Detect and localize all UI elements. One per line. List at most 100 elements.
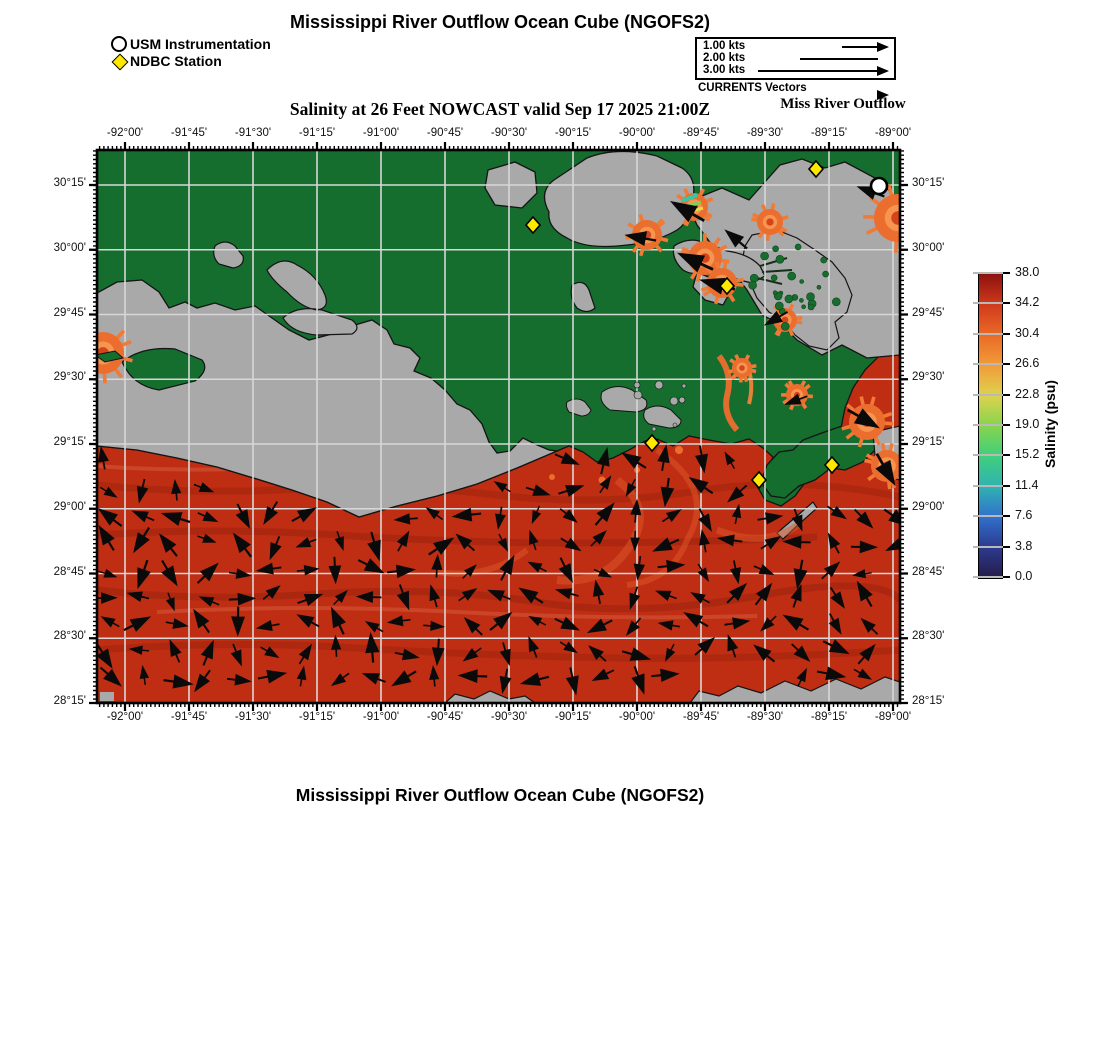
x-axis-tick-label-bottom: -91°45' [171, 711, 207, 723]
shoal-speckle [634, 382, 640, 388]
shoal-speckle [655, 381, 663, 389]
marsh-speckle [823, 271, 829, 277]
colorbar-tick-label: 30.4 [1015, 326, 1039, 340]
colorbar-tick-label: 26.6 [1015, 356, 1039, 370]
marsh-speckle [749, 281, 757, 289]
colorbar-tick-mark [1003, 454, 1010, 456]
colorbar-tick [973, 454, 1007, 456]
marsh-speckle [773, 246, 779, 252]
y-axis-tick-label-left: 29°45' [28, 307, 86, 319]
shoal-speckle [652, 427, 656, 431]
x-axis-tick-label-top: -91°15' [299, 127, 335, 139]
colorbar-tick-mark [1003, 394, 1010, 396]
y-axis-tick-label-left: 30°15' [28, 177, 86, 189]
marsh-speckle [799, 298, 803, 302]
y-axis-tick-label-left: 29°30' [28, 371, 86, 383]
x-axis-tick-label-bottom: -90°15' [555, 711, 591, 723]
colorbar-tick-label: 15.2 [1015, 447, 1039, 461]
x-axis-tick-label-bottom: -91°00' [363, 711, 399, 723]
x-axis-tick-label-top: -89°15' [811, 127, 847, 139]
colorbar-tick [973, 576, 1007, 578]
x-axis-tick-label-bottom: -91°30' [235, 711, 271, 723]
shoal-speckle [679, 397, 685, 403]
marsh-speckle [807, 293, 815, 301]
colorbar [978, 273, 1003, 579]
y-axis-tick-label-right: 30°15' [912, 177, 972, 189]
y-axis-tick-label-left: 29°00' [28, 501, 86, 513]
shoal-speckle [634, 391, 642, 399]
x-axis-tick-label-top: -90°45' [427, 127, 463, 139]
shoal-speckle [670, 397, 678, 405]
colorbar-tick-label: 38.0 [1015, 265, 1039, 279]
colorbar-tick-label: 0.0 [1015, 569, 1032, 583]
colorbar-tick [973, 394, 1007, 396]
colorbar-tick-label: 7.6 [1015, 508, 1032, 522]
colorbar-tick-label: 19.0 [1015, 417, 1039, 431]
marsh-speckle [800, 280, 804, 284]
colorbar-tick [973, 302, 1007, 304]
y-axis-tick-label-left: 28°15' [28, 695, 86, 707]
marsh-speckle [771, 275, 777, 281]
marsh-speckle [802, 305, 806, 309]
x-axis-tick-label-top: -89°45' [683, 127, 719, 139]
marsh-speckle [788, 272, 796, 280]
x-axis-tick-label-top: -92°00' [107, 127, 143, 139]
y-axis-tick-label-right: 28°30' [912, 630, 972, 642]
colorbar-tick-mark [1003, 424, 1010, 426]
colorbar-tick-label: 22.8 [1015, 387, 1039, 401]
marsh-speckle [795, 244, 801, 250]
shoal-speckle [682, 384, 686, 388]
x-axis-tick-label-top: -91°30' [235, 127, 271, 139]
x-axis-tick-label-bottom: -90°00' [619, 711, 655, 723]
colorbar-tick-label: 11.4 [1015, 478, 1038, 492]
y-axis-tick-label-left: 28°30' [28, 630, 86, 642]
y-axis-tick-label-right: 29°00' [912, 501, 972, 513]
colorbar-tick-label: 3.8 [1015, 539, 1032, 553]
x-axis-tick-label-top: -90°30' [491, 127, 527, 139]
shoal-speckle [673, 423, 677, 427]
x-axis-tick-label-bottom: -89°30' [747, 711, 783, 723]
x-axis-tick-label-top: -89°00' [875, 127, 911, 139]
usm-instrumentation-marker [871, 178, 887, 194]
colorbar-tick-label: 34.2 [1015, 295, 1039, 309]
x-axis-tick-label-bottom: -89°00' [875, 711, 911, 723]
x-axis-tick-label-top: -91°00' [363, 127, 399, 139]
y-axis-tick-label-left: 28°45' [28, 566, 86, 578]
marsh-speckle [785, 295, 793, 303]
colorbar-tick [973, 485, 1007, 487]
x-axis-tick-label-top: -90°00' [619, 127, 655, 139]
marsh-speckle [761, 252, 769, 260]
marsh-speckle [832, 298, 840, 306]
marsh-speckle [776, 255, 784, 263]
marsh-speckle [808, 304, 814, 310]
colorbar-tick [973, 272, 1007, 274]
marsh-speckle [821, 257, 827, 263]
x-axis-tick-label-bottom: -89°45' [683, 711, 719, 723]
y-axis-tick-label-right: 30°00' [912, 242, 972, 254]
x-axis-tick-label-top: -89°30' [747, 127, 783, 139]
y-axis-tick-label-right: 29°30' [912, 371, 972, 383]
x-axis-tick-label-bottom: -90°30' [491, 711, 527, 723]
corner-shoal [100, 692, 114, 701]
colorbar-tick [973, 363, 1007, 365]
colorbar-tick [973, 333, 1007, 335]
bottom-figure-title: Mississippi River Outflow Ocean Cube (NG… [0, 785, 1000, 806]
marsh-speckle [773, 291, 777, 295]
marsh-speckle [817, 285, 821, 289]
y-axis-tick-label-right: 28°15' [912, 695, 972, 707]
colorbar-tick-mark [1003, 515, 1010, 517]
x-axis-tick-label-top: -91°45' [171, 127, 207, 139]
y-axis-tick-label-left: 30°00' [28, 242, 86, 254]
colorbar-title: Salinity (psu) [1042, 324, 1058, 524]
y-axis-tick-label-right: 28°45' [912, 566, 972, 578]
colorbar-tick-mark [1003, 546, 1010, 548]
figure: Mississippi River Outflow Ocean Cube (NG… [0, 0, 1100, 1050]
colorbar-tick [973, 546, 1007, 548]
colorbar-tick-mark [1003, 302, 1010, 304]
x-axis-tick-label-bottom: -89°15' [811, 711, 847, 723]
colorbar-tick [973, 515, 1007, 517]
x-axis-tick-label-top: -90°15' [555, 127, 591, 139]
marsh-speckle [775, 302, 783, 310]
x-axis-tick-label-bottom: -91°15' [299, 711, 335, 723]
marsh-speckle [781, 322, 789, 330]
